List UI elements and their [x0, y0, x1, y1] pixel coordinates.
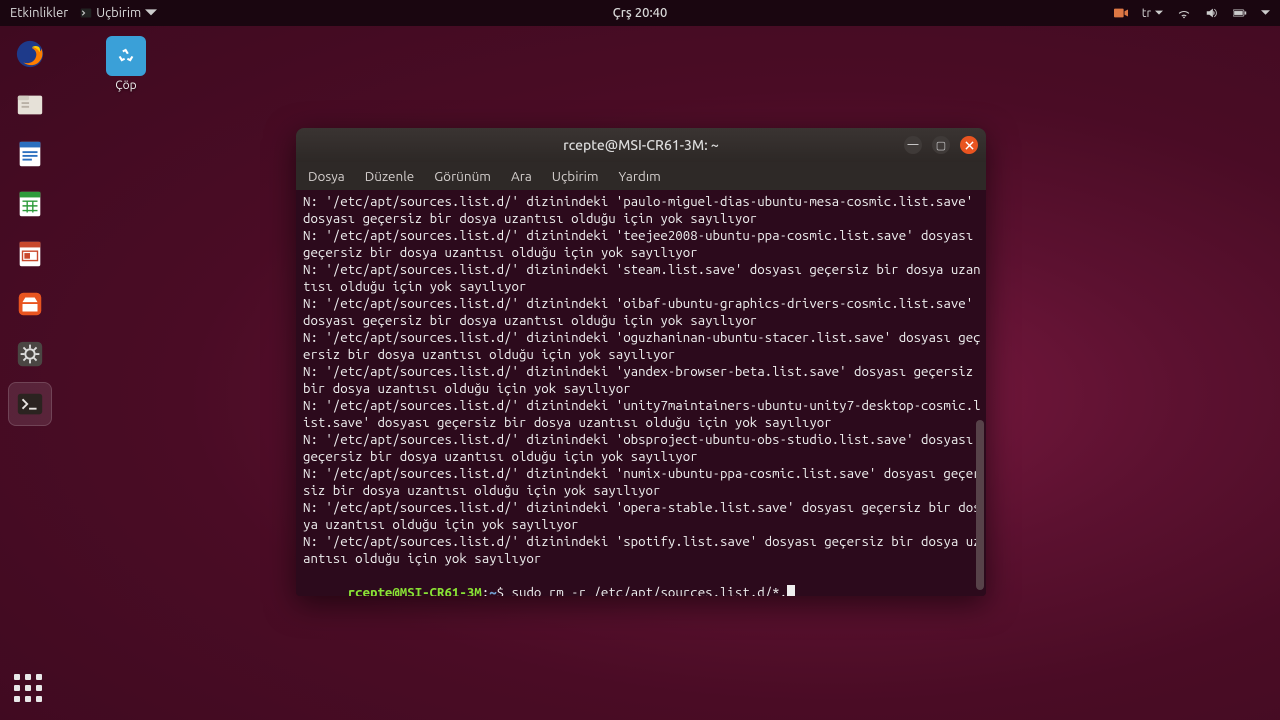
dock-software[interactable]: [8, 282, 52, 326]
menu-search[interactable]: Ara: [511, 168, 532, 184]
terminal-small-icon: [80, 7, 92, 19]
output-line: N: '/etc/apt/sources.list.d/' dizinindek…: [303, 329, 981, 363]
volume-icon[interactable]: [1205, 6, 1219, 20]
terminal-output[interactable]: N: '/etc/apt/sources.list.d/' dizinindek…: [296, 190, 986, 596]
recycle-icon: [115, 45, 137, 67]
dock: [0, 26, 60, 720]
minimize-button[interactable]: —: [904, 136, 922, 154]
prompt-userhost: rcepte@MSI-CR61-3M: [348, 585, 482, 596]
output-line: N: '/etc/apt/sources.list.d/' dizinindek…: [303, 295, 981, 329]
menu-view[interactable]: Görünüm: [434, 168, 491, 184]
dock-writer[interactable]: [8, 132, 52, 176]
prompt-line: rcepte@MSI-CR61-3M:~$ sudo rm -r /etc/ap…: [303, 567, 981, 596]
cursor: [787, 585, 795, 596]
keyboard-layout-indicator[interactable]: tr: [1142, 7, 1151, 20]
terminal-window: rcepte@MSI-CR61-3M: ~ — ▢ Dosya Düzenle …: [296, 128, 986, 596]
active-app-menu[interactable]: Uçbirim: [74, 4, 163, 22]
clock[interactable]: Çrş 20:40: [613, 6, 668, 20]
chevron-down-icon: [1155, 6, 1163, 20]
menu-edit[interactable]: Düzenle: [365, 168, 414, 184]
titlebar[interactable]: rcepte@MSI-CR61-3M: ~ — ▢: [296, 128, 986, 162]
top-panel: Etkinlikler Uçbirim Çrş 20:40 tr: [0, 0, 1280, 26]
dock-terminal[interactable]: [8, 382, 52, 426]
firefox-icon: [15, 39, 45, 69]
scrollbar-thumb[interactable]: [976, 420, 984, 590]
gear-icon: [15, 339, 45, 369]
terminal-icon: [15, 389, 45, 419]
active-app-label: Uçbirim: [96, 6, 141, 20]
battery-icon[interactable]: [1233, 6, 1247, 20]
show-applications-button[interactable]: [14, 674, 46, 706]
dock-settings[interactable]: [8, 332, 52, 376]
output-line: N: '/etc/apt/sources.list.d/' dizinindek…: [303, 465, 981, 499]
record-icon[interactable]: [1114, 6, 1128, 20]
output-line: N: '/etc/apt/sources.list.d/' dizinindek…: [303, 261, 981, 295]
terminal-menubar: Dosya Düzenle Görünüm Ara Uçbirim Yardım: [296, 162, 986, 190]
trash-desktop-icon[interactable]: Çöp: [96, 36, 156, 92]
output-line: N: '/etc/apt/sources.list.d/' dizinindek…: [303, 499, 981, 533]
menu-terminal[interactable]: Uçbirim: [552, 168, 599, 184]
menu-help[interactable]: Yardım: [619, 168, 661, 184]
writer-icon: [15, 139, 45, 169]
dock-firefox[interactable]: [8, 32, 52, 76]
close-icon: [965, 141, 974, 150]
calc-icon: [15, 189, 45, 219]
maximize-button[interactable]: ▢: [932, 136, 950, 154]
typed-command: sudo rm -r /etc/apt/sources.list.d/*.: [512, 585, 788, 596]
power-chevron-icon[interactable]: [1261, 6, 1270, 20]
output-line: N: '/etc/apt/sources.list.d/' dizinindek…: [303, 193, 981, 227]
dock-calc[interactable]: [8, 182, 52, 226]
files-icon: [15, 89, 45, 119]
prompt-path: ~: [489, 585, 496, 596]
trash-label: Çöp: [96, 79, 156, 92]
chevron-down-icon: [145, 7, 157, 19]
menu-file[interactable]: Dosya: [308, 168, 345, 184]
output-line: N: '/etc/apt/sources.list.d/' dizinindek…: [303, 431, 981, 465]
output-line: N: '/etc/apt/sources.list.d/' dizinindek…: [303, 533, 981, 567]
software-center-icon: [15, 289, 45, 319]
output-line: N: '/etc/apt/sources.list.d/' dizinindek…: [303, 363, 981, 397]
activities-button[interactable]: Etkinlikler: [10, 6, 68, 20]
dock-impress[interactable]: [8, 232, 52, 276]
dock-files[interactable]: [8, 82, 52, 126]
network-icon[interactable]: [1177, 6, 1191, 20]
close-button[interactable]: [960, 136, 978, 154]
output-line: N: '/etc/apt/sources.list.d/' dizinindek…: [303, 397, 981, 431]
output-line: N: '/etc/apt/sources.list.d/' dizinindek…: [303, 227, 981, 261]
window-title: rcepte@MSI-CR61-3M: ~: [563, 137, 719, 153]
impress-icon: [15, 239, 45, 269]
